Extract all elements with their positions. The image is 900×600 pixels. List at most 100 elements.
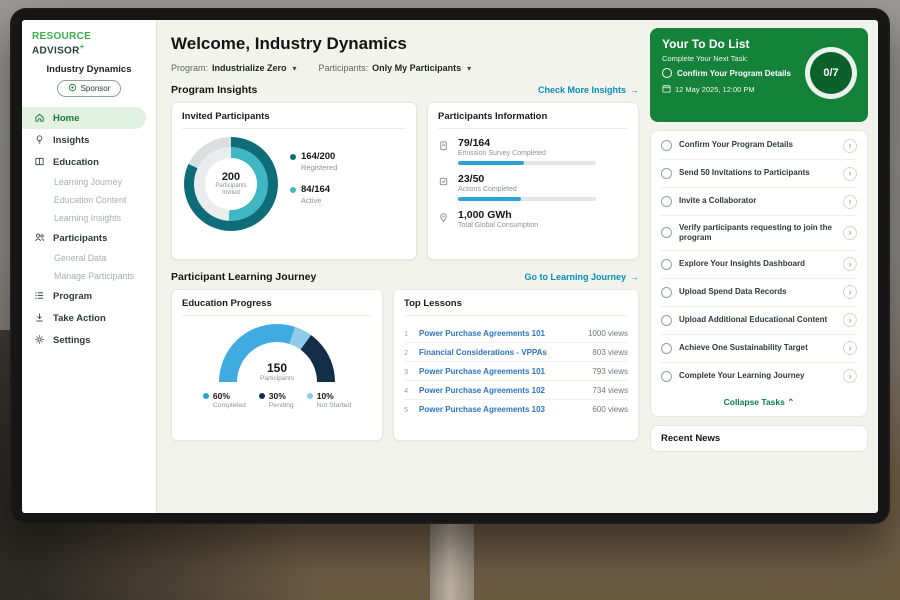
legend-label: Not Started (317, 402, 351, 409)
todo-progress-ring: 0/7 (805, 47, 857, 99)
sidebar-item-label: Insights (53, 135, 89, 146)
chevron-right-icon[interactable]: › (843, 285, 857, 299)
task-label: Upload Additional Educational Content (679, 315, 836, 325)
checkbox-icon[interactable] (661, 343, 672, 354)
check-more-insights-link[interactable]: Check More Insights → (538, 85, 639, 95)
sidebar-item-home[interactable]: Home (22, 107, 146, 129)
legend-label: Pending (269, 402, 294, 409)
chevron-right-icon[interactable]: › (843, 226, 857, 240)
insights-cards-row: Invited Participants 200 Participants In… (171, 102, 639, 260)
legend-item-registered: 164/200 Registered (290, 151, 337, 172)
section-title: Program Insights (171, 84, 257, 96)
sidebar-item-general-data[interactable]: General Data (22, 249, 156, 267)
sidebar-item-label: Manage Participants (54, 271, 134, 281)
lesson-link[interactable]: Power Purchase Agreements 103 (419, 405, 585, 414)
legend-dot (203, 393, 209, 399)
chevron-right-icon[interactable]: › (843, 195, 857, 209)
participants-information-card: Participants Information 79/164 Emission… (427, 102, 639, 260)
education-gauge-center: 150 Participants (219, 361, 335, 382)
metric-progress-fill (458, 161, 524, 165)
todo-next-task[interactable]: Confirm Your Program Details (662, 68, 800, 78)
task-row[interactable]: Achieve One Sustainability Target › (661, 335, 857, 363)
task-label: Verify participants requesting to join t… (679, 223, 836, 244)
task-row[interactable]: Upload Additional Educational Content › (661, 307, 857, 335)
lesson-link[interactable]: Power Purchase Agreements 101 (419, 367, 585, 376)
card-title: Invited Participants (182, 111, 406, 129)
lesson-views: 793 views (592, 367, 628, 376)
monitor-bezel: RESOURCE ADVISOR+ Industry Dynamics Spon… (10, 8, 890, 524)
sidebar-item-manage-participants[interactable]: Manage Participants (22, 267, 156, 285)
invited-total: 200 (222, 171, 240, 183)
sidebar-item-education[interactable]: Education (22, 151, 156, 173)
task-row[interactable]: Upload Spend Data Records › (661, 279, 857, 307)
checkbox-icon[interactable] (661, 259, 672, 270)
task-row[interactable]: Invite a Collaborator › (661, 188, 857, 216)
sponsor-label: Sponsor (81, 84, 111, 93)
legend-value: 84/164 (301, 184, 330, 195)
chevron-right-icon[interactable]: › (843, 167, 857, 181)
sidebar-item-learning-insights[interactable]: Learning Insights (22, 209, 156, 227)
task-row[interactable]: Verify participants requesting to join t… (661, 216, 857, 251)
task-row[interactable]: Send 50 Invitations to Participants › (661, 160, 857, 188)
metric-progress-fill (458, 197, 521, 201)
metric-label: Actions Completed (458, 186, 596, 193)
main-content: Welcome, Industry Dynamics Program: Indu… (157, 20, 878, 513)
chevron-right-icon[interactable]: › (843, 257, 857, 271)
lesson-rank: 4 (404, 386, 412, 395)
program-filter[interactable]: Program: Industrialize Zero ▾ (171, 63, 297, 73)
education-legend: 60% Completed 30% Pending (182, 391, 372, 409)
chevron-right-icon[interactable]: › (843, 341, 857, 355)
task-row[interactable]: Complete Your Learning Journey › (661, 363, 857, 390)
sidebar-item-education-content[interactable]: Education Content (22, 191, 156, 209)
legend-value: 164/200 (301, 151, 335, 162)
lesson-views: 734 views (592, 386, 628, 395)
checkbox-icon[interactable] (661, 371, 672, 382)
people-icon (34, 232, 46, 244)
arrow-right-icon: → (630, 85, 639, 95)
metric-label: Total Global Consumption (458, 222, 538, 229)
sidebar-item-take-action[interactable]: Take Action (22, 307, 156, 329)
sidebar-item-settings[interactable]: Settings (22, 329, 156, 351)
sponsor-badge[interactable]: Sponsor (57, 80, 122, 97)
sidebar-item-participants[interactable]: Participants (22, 227, 156, 249)
participants-filter[interactable]: Participants: Only My Participants ▾ (319, 63, 472, 73)
task-row[interactable]: Confirm Your Program Details › (661, 132, 857, 160)
checkbox-icon[interactable] (661, 168, 672, 179)
invited-body: 200 Participants Invited 164/200 (182, 137, 406, 231)
sidebar-item-label: Home (53, 113, 79, 124)
metric-global-consumption: 1,000 GWh Total Global Consumption (438, 209, 628, 229)
legend-label: Registered (301, 163, 337, 172)
chevron-right-icon[interactable]: › (843, 369, 857, 383)
checkbox-icon[interactable] (661, 196, 672, 207)
todo-task-list: Confirm Your Program Details › Send 50 I… (650, 130, 868, 417)
recent-news-card[interactable]: Recent News (650, 425, 868, 452)
sidebar-item-learning-journey[interactable]: Learning Journey (22, 173, 156, 191)
checkbox-icon[interactable] (661, 227, 672, 238)
chevron-down-icon: ▾ (467, 64, 471, 73)
checkbox-icon[interactable] (662, 68, 672, 78)
chevron-right-icon[interactable]: › (843, 139, 857, 153)
invited-donut-ring: 200 Participants Invited (184, 137, 278, 231)
lesson-link[interactable]: Power Purchase Agreements 101 (419, 329, 581, 338)
legend-item-pending: 30% Pending (259, 391, 294, 409)
legend-item-not-started: 10% Not Started (307, 391, 351, 409)
lesson-link[interactable]: Financial Considerations - VPPAs (419, 348, 585, 357)
program-insights-header: Program Insights Check More Insights → (171, 84, 639, 96)
sidebar-item-label: Education Content (54, 195, 126, 205)
checkbox-icon[interactable] (661, 140, 672, 151)
brand-plus: + (80, 42, 85, 51)
brand-part1: RESOURCE (32, 31, 91, 42)
collapse-tasks-link[interactable]: Collapse Tasks ⌃ (661, 390, 857, 416)
sidebar-item-program[interactable]: Program (22, 285, 156, 307)
task-row[interactable]: Explore Your Insights Dashboard › (661, 251, 857, 279)
monitor-stand (430, 522, 474, 600)
checkbox-icon[interactable] (661, 315, 672, 326)
legend-pct: 60% (213, 391, 230, 401)
legend-dot (290, 187, 296, 193)
checkbox-icon[interactable] (661, 287, 672, 298)
lesson-link[interactable]: Power Purchase Agreements 102 (419, 386, 585, 395)
sidebar-item-insights[interactable]: Insights (22, 129, 156, 151)
chevron-up-icon: ⌃ (787, 397, 794, 407)
go-to-learning-journey-link[interactable]: Go to Learning Journey → (524, 272, 639, 282)
chevron-right-icon[interactable]: › (843, 313, 857, 327)
